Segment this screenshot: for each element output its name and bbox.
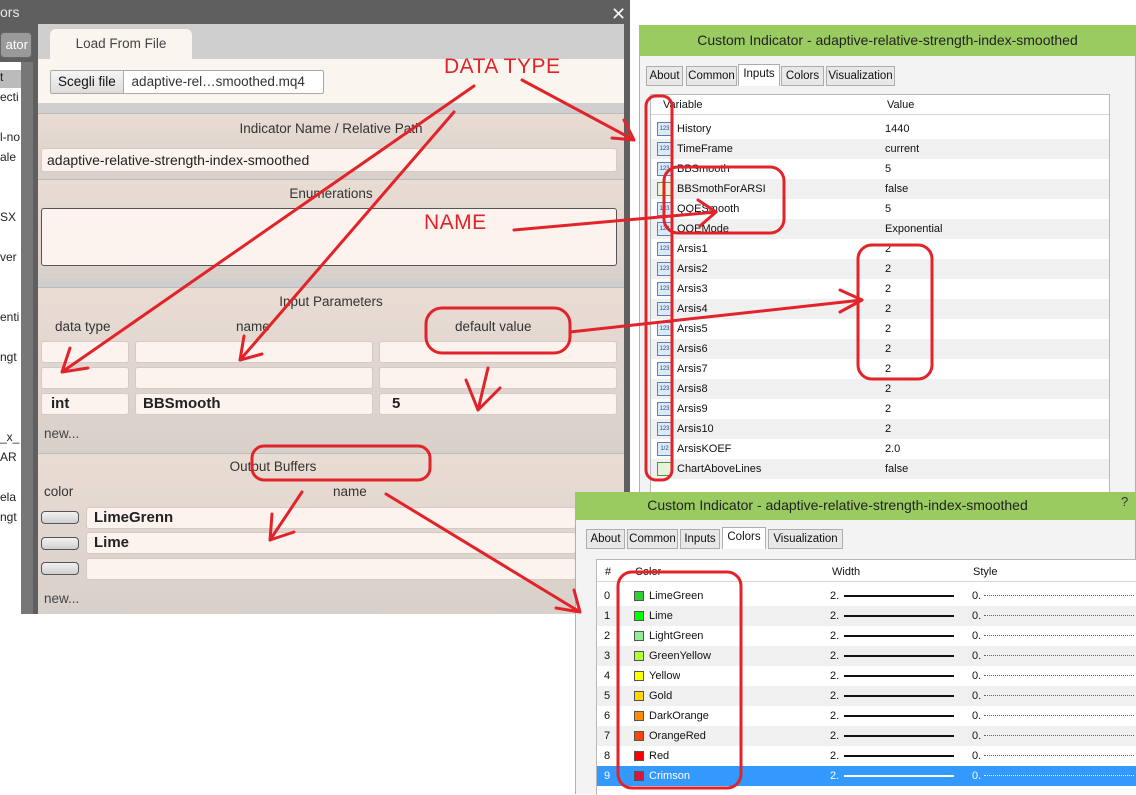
annotation-name: NAME: [424, 211, 487, 234]
arrow-buffers-down: [268, 490, 304, 542]
arrow-default-down: [464, 366, 502, 412]
highlight-color-names: [616, 570, 743, 790]
arrow-default-to-values: [568, 288, 864, 334]
arrow-name-to-colors: [384, 492, 582, 614]
arrow-name-to-inputs: [512, 198, 718, 232]
highlight-value-cells: [856, 243, 934, 381]
highlight-data-type-column: [644, 94, 674, 482]
annotation-layer: [60, 78, 934, 790]
highlight-default-value: [424, 306, 572, 355]
highlight-output-buffers: [250, 444, 432, 482]
arrow-data-type-to-column: [520, 78, 636, 142]
highlight-name-cell: [662, 165, 786, 235]
annotation-data-type: DATA TYPE: [444, 55, 561, 78]
arrow-to-name-field: [238, 110, 456, 362]
